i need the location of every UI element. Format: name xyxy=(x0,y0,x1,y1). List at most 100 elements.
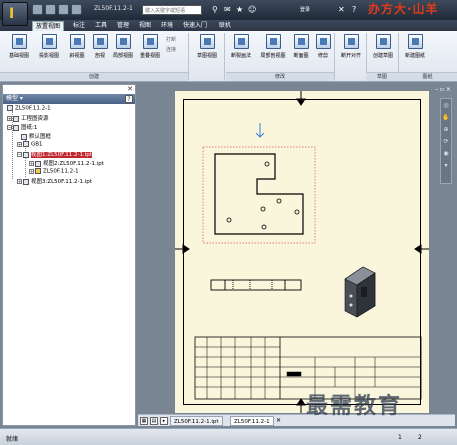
group-separator xyxy=(224,33,225,80)
break-button[interactable]: 打断 xyxy=(166,36,176,43)
save-icon[interactable] xyxy=(58,4,69,15)
help-icon[interactable]: ? xyxy=(125,95,133,103)
break-out-icon xyxy=(233,34,249,49)
base-view-button[interactable]: 基础视图 xyxy=(4,34,34,59)
detail-view-button[interactable]: 局部视图 xyxy=(108,34,138,59)
view-icon xyxy=(23,178,29,185)
break-out-button[interactable]: 断裂画法 xyxy=(226,34,256,59)
local-section-icon xyxy=(265,34,281,49)
drawing-sheet[interactable] xyxy=(175,91,429,413)
view-label-arrow xyxy=(255,123,265,138)
close-search-icon[interactable]: ✕ xyxy=(338,5,345,14)
auxiliary-view-icon xyxy=(69,34,85,49)
brand-overlay-text: 办方大·山羊 xyxy=(368,2,439,16)
steering-wheel-icon[interactable]: ◎ xyxy=(441,102,451,111)
draft-view-icon xyxy=(199,34,215,49)
search-input[interactable]: 键入关键字或短语 xyxy=(142,5,202,15)
tab-tools[interactable]: 工具 xyxy=(92,21,110,31)
tree-node-view2[interactable]: + 视图2:ZL50F.11.2-1.ipt xyxy=(29,159,104,167)
undo-icon[interactable] xyxy=(71,4,82,15)
titleblock-icon xyxy=(23,141,29,147)
isometric-view xyxy=(344,266,376,318)
tree-node-resources[interactable]: + 工程图资源 xyxy=(7,114,49,122)
collapse-icon[interactable]: − xyxy=(17,152,22,157)
status-bar: 就绪 1 2 xyxy=(0,428,457,445)
navigation-bar[interactable]: ◎ ✋ ⊕ ⟳ ◉ ▾ xyxy=(440,98,452,184)
new-sheet-button[interactable]: 新建图纸 xyxy=(400,34,430,59)
new-sheet-icon xyxy=(407,34,423,49)
local-section-button[interactable]: 局部剖视图 xyxy=(258,34,288,59)
status-text: 就绪 xyxy=(6,436,19,443)
tab-place-views[interactable]: 放置视图 xyxy=(32,21,65,31)
tree-node-border[interactable]: 默认图框 xyxy=(21,132,51,140)
browser-title: 模型 xyxy=(6,95,19,102)
tile-windows-icon[interactable]: ▦ xyxy=(140,417,148,425)
expand-icon[interactable]: + xyxy=(7,116,12,121)
pan-icon[interactable]: ✋ xyxy=(441,114,451,123)
view1-selection-box xyxy=(202,146,316,244)
view-icon xyxy=(35,160,41,167)
tab-view[interactable]: 视图 xyxy=(136,21,154,31)
doc-tab-part[interactable]: ZL50F.11.2-1.ipt xyxy=(170,416,223,426)
create-sketch-button[interactable]: 创建草图 xyxy=(368,34,398,59)
tree-node-document[interactable]: ZL50F.11.2-1 xyxy=(7,105,51,112)
graphics-canvas[interactable]: – ▫ × ◎ ✋ ⊕ ⟳ ◉ ▾ xyxy=(138,84,455,414)
tree-node-part[interactable]: + ZL50F.11.2-1 xyxy=(29,168,79,175)
collapse-icon[interactable]: − xyxy=(7,125,12,130)
tab-online[interactable]: 联机 xyxy=(216,21,234,31)
cascade-windows-icon[interactable]: ▤ xyxy=(150,417,158,425)
projected-view-button[interactable]: 投影视图 xyxy=(34,34,64,59)
drawing-geometry xyxy=(175,91,429,413)
login-label[interactable]: 登录 xyxy=(300,6,310,13)
user-icon[interactable]: ☺ xyxy=(248,5,256,14)
open-icon[interactable] xyxy=(45,4,56,15)
expand-icon[interactable]: + xyxy=(17,141,22,147)
tree-node-sheet[interactable]: − 图纸:1 xyxy=(7,123,37,131)
close-tab-icon[interactable]: ✕ xyxy=(276,417,281,424)
favorites-icon[interactable]: ★ xyxy=(236,5,243,14)
ribbon-tab-strip: 放置视图 标注 工具 管理 视图 环境 快速入门 联机 xyxy=(0,20,457,31)
inventor-logo-icon: I xyxy=(9,6,15,22)
navbar-options-icon[interactable]: ▾ xyxy=(441,162,451,171)
model-browser: ✕ 模型 ▾ ? ZL50F.11.2-1 + 工程图资源 − 图纸:1 默认图框 … xyxy=(2,84,136,426)
tab-manage[interactable]: 管理 xyxy=(114,21,132,31)
group-label-modify: 修改 xyxy=(226,72,334,81)
break-alignment-button[interactable]: 断开对齐 xyxy=(336,34,366,59)
inventor-window: I ZL50F.11.2-1 键入关键字或短语 ⚲ ✉ ★ ☺ 登录 ✕ ? 办… xyxy=(0,0,457,445)
browser-header[interactable]: 模型 ▾ xyxy=(3,94,135,104)
expand-icon[interactable]: + xyxy=(17,179,22,184)
top-view xyxy=(210,279,302,291)
title-bar: I ZL50F.11.2-1 键入关键字或短语 ⚲ ✉ ★ ☺ 登录 ✕ ? 办… xyxy=(0,0,457,26)
orbit-icon[interactable]: ⟳ xyxy=(441,138,451,147)
new-icon[interactable] xyxy=(32,4,43,15)
close-icon[interactable]: ✕ xyxy=(127,85,133,93)
help-icon[interactable]: ? xyxy=(352,5,356,14)
draft-view-button[interactable]: 草图视图 xyxy=(192,34,222,59)
doc-tab-drawing[interactable]: ZL50F.11.2-1 xyxy=(230,416,274,426)
overlay-view-button[interactable]: 重叠视图 xyxy=(135,34,165,59)
communication-icon[interactable]: ✉ xyxy=(224,5,231,14)
look-at-icon[interactable]: ◉ xyxy=(441,150,451,159)
join-button[interactable]: 连接 xyxy=(166,46,176,53)
base-view-icon xyxy=(11,34,27,49)
window-title: ZL50F.11.2-1 xyxy=(94,5,133,12)
main-view-holes xyxy=(226,161,300,230)
tree-node-titleblock[interactable]: + GB1 xyxy=(17,141,43,148)
tab-annotate[interactable]: 标注 xyxy=(70,21,88,31)
application-menu-button[interactable]: I xyxy=(2,2,28,26)
watermark-text: 最需教育 xyxy=(306,393,403,419)
tab-get-started[interactable]: 快速入门 xyxy=(180,21,210,31)
group-label-sketch: 草图 xyxy=(366,72,398,81)
binoculars-icon[interactable]: ⚲ xyxy=(212,5,218,14)
zoom-icon[interactable]: ⊕ xyxy=(441,126,451,135)
projected-view-icon xyxy=(41,34,57,49)
tab-environments[interactable]: 环境 xyxy=(158,21,176,31)
expand-icon[interactable]: + xyxy=(29,168,34,174)
tree-node-view3[interactable]: + 视图3:ZL50F.11.2-1.ipt xyxy=(17,177,92,185)
expand-icon[interactable]: + xyxy=(29,161,34,166)
window-controls[interactable]: – ▫ × xyxy=(435,86,453,96)
tab-menu-icon[interactable]: ▸ xyxy=(160,417,168,425)
tree-node-view1[interactable]: − 视图1:ZL50F.11.2-1.ipt xyxy=(17,150,92,158)
ribbon: 基础视图 投影视图 斜视图 剖视 局部视图 重叠视图 打断 连接 草图视图 断裂… xyxy=(0,31,457,82)
sheet-center-marks xyxy=(175,91,429,413)
